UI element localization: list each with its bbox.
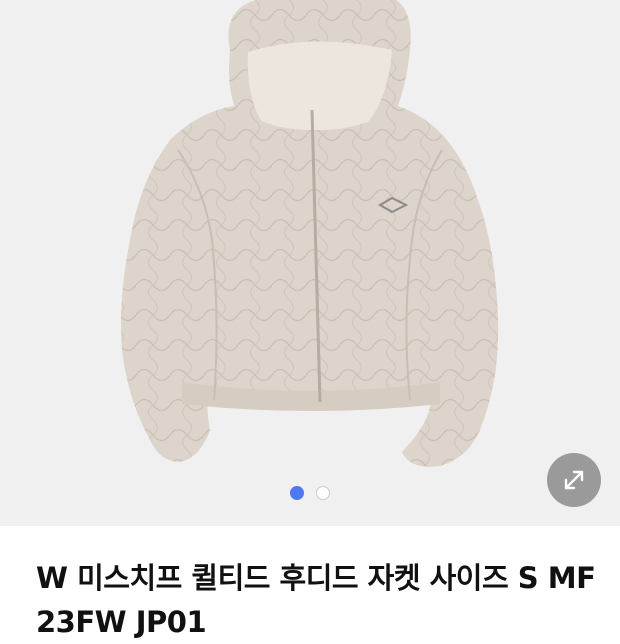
pagination-dot-active[interactable]: [290, 486, 304, 500]
pagination-dot[interactable]: [316, 486, 330, 500]
product-image-gallery[interactable]: [0, 0, 620, 526]
jacket-hood: [228, 0, 411, 134]
product-photo: [121, 0, 499, 467]
expand-diagonal-icon: [564, 470, 584, 490]
expand-image-button[interactable]: [547, 453, 601, 507]
jacket-body: [121, 105, 499, 467]
product-title: W 미스치프 퀼티드 후디드 자켓 사이즈 S MF 23FW JP01: [36, 561, 596, 639]
image-pagination: [0, 486, 620, 500]
product-info: W 미스치프 퀼티드 후디드 자켓 사이즈 S MF 23FW JP01: [0, 526, 620, 639]
